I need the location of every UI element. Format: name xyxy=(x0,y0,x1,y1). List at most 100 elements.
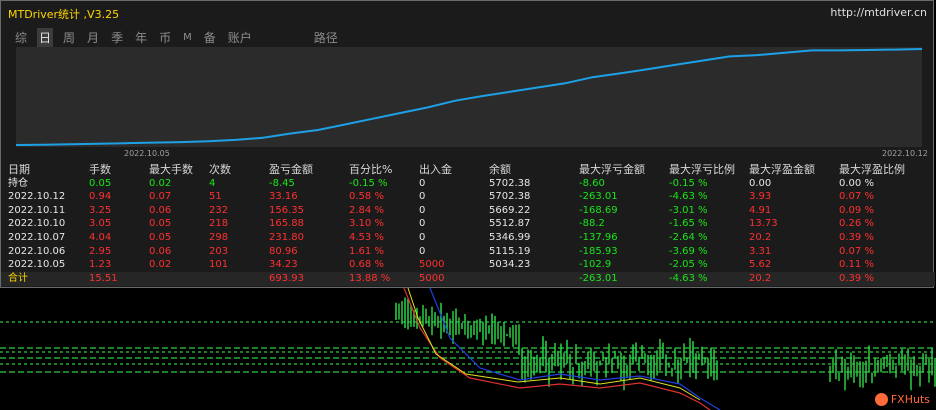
table-cell: -185.93 xyxy=(579,245,618,257)
table-row: 2022.10.06 2.95 0.06 203 80.96 1.61 % 0 5115.19… xyxy=(1,245,935,259)
equity-chart xyxy=(16,47,922,147)
table-cell: 3.05 xyxy=(89,218,112,230)
table-cell: 13.88 % xyxy=(349,272,391,284)
table-cell: 0.06 xyxy=(149,245,172,257)
table-cell: 0 xyxy=(419,231,426,243)
table-cell: 2022.10.07 xyxy=(8,231,66,243)
table-cell: 0 xyxy=(419,218,426,230)
column-header: 余额 xyxy=(489,163,511,176)
tab-3[interactable]: 月 xyxy=(85,28,101,47)
table-row: 持仓 0.05 0.02 4 -8.45 -0.15 % 0 5702.38 -8.60 -0.1… xyxy=(1,177,935,191)
table-cell: 203 xyxy=(209,245,229,257)
table-cell: -102.9 xyxy=(579,259,612,271)
table-cell: 33.16 xyxy=(269,191,298,203)
table-cell: -4.63 % xyxy=(669,191,708,203)
table-cell: 2022.10.12 xyxy=(8,191,66,203)
watermark-logo: FXHuts xyxy=(874,393,930,406)
chart-end-date: 2022.10.12 xyxy=(882,149,928,158)
table-cell: -263.01 xyxy=(579,191,618,203)
table-cell: 0.58 % xyxy=(349,191,384,203)
column-header: 最大浮盈比例 xyxy=(839,163,905,176)
logo-icon xyxy=(874,393,888,406)
table-cell: -4.63 % xyxy=(669,272,708,284)
table-cell: 0.07 % xyxy=(839,245,874,257)
table-cell: 20.2 xyxy=(749,272,772,284)
column-header: 手数 xyxy=(89,163,111,176)
equity-curve-line xyxy=(16,48,922,146)
tab-5[interactable]: 年 xyxy=(133,28,149,47)
table-cell: 0.39 % xyxy=(839,272,874,284)
table-cell: 5702.38 xyxy=(489,177,531,189)
table-cell: 0.00 xyxy=(749,177,772,189)
table-cell: -0.15 % xyxy=(349,177,388,189)
table-cell: 0.07 % xyxy=(839,191,874,203)
table-cell: 5115.19 xyxy=(489,245,531,257)
table-cell: 2022.10.06 xyxy=(8,245,66,257)
table-cell: 0.68 % xyxy=(349,259,384,271)
table-cell: 218 xyxy=(209,218,229,230)
tab-2[interactable]: 周 xyxy=(61,28,77,47)
table-cell: 0.39 % xyxy=(839,231,874,243)
table-cell: 156.35 xyxy=(269,204,304,216)
table-cell: 1.23 xyxy=(89,259,112,271)
table-cell: 0.05 xyxy=(149,218,172,230)
column-header: 最大浮亏金额 xyxy=(579,163,645,176)
table-cell: -0.15 % xyxy=(669,177,708,189)
table-cell: -3.69 % xyxy=(669,245,708,257)
app-title: MTDriver统计 ,V3.25 xyxy=(8,8,120,21)
table-cell: 51 xyxy=(209,191,222,203)
table-cell: 298 xyxy=(209,231,229,243)
table-cell: 0.02 xyxy=(149,177,172,189)
table-cell: 5000 xyxy=(419,272,445,284)
table-cell: -2.05 % xyxy=(669,259,708,271)
table-header-row: 日期 手数 最大手数 次数 盈亏金额 百分比% 出入金 余额 最大浮亏金额 最大浮亏比例 最大浮盈金… xyxy=(1,163,935,177)
stats-panel: MTDriver统计 ,V3.25 http://mtdriver.cn 综日周… xyxy=(0,0,935,288)
column-header: 日期 xyxy=(8,163,30,176)
table-cell: 5.62 xyxy=(749,259,772,271)
tab-0[interactable]: 综 xyxy=(13,28,29,47)
tab-10[interactable]: 路径 xyxy=(312,28,340,47)
column-header: 盈亏金额 xyxy=(269,163,313,176)
table-cell: 0.05 xyxy=(89,177,112,189)
table-cell: -8.60 xyxy=(579,177,605,189)
price-chart-background xyxy=(0,288,936,410)
table-cell: -2.64 % xyxy=(669,231,708,243)
table-row: 2022.10.12 0.94 0.07 51 33.16 0.58 % 0 5702.38 -… xyxy=(1,190,935,204)
table-cell: 0.26 % xyxy=(839,218,874,230)
table-cell: 3.93 xyxy=(749,191,772,203)
table-cell: -137.96 xyxy=(579,231,618,243)
table-cell: -168.69 xyxy=(579,204,618,216)
tab-6[interactable]: 币 xyxy=(157,28,173,47)
tab-1[interactable]: 日 xyxy=(37,27,54,47)
table-cell: 2022.10.11 xyxy=(8,204,66,216)
table-cell: -3.01 % xyxy=(669,204,708,216)
column-header: 百分比% xyxy=(349,163,393,176)
table-total-row: 合计 15.51 693.93 13.88 % 5000 -263.01 -4.63 % 20… xyxy=(1,271,935,286)
website-link[interactable]: http://mtdriver.cn xyxy=(830,6,927,19)
table-cell: 0.02 xyxy=(149,259,172,271)
tab-9[interactable]: 账户 xyxy=(226,28,254,47)
table-cell: 15.51 xyxy=(89,272,118,284)
table-cell: 3.10 % xyxy=(349,218,384,230)
table-cell: 4.04 xyxy=(89,231,112,243)
column-header: 最大浮盈金额 xyxy=(749,163,815,176)
table-cell: 4.91 xyxy=(749,204,772,216)
table-cell: 5000 xyxy=(419,259,445,271)
table-cell: 0 xyxy=(419,204,426,216)
table-row: 2022.10.05 1.23 0.02 101 34.23 0.68 % 5000 5034… xyxy=(1,258,935,272)
column-header: 次数 xyxy=(209,163,231,176)
tab-8[interactable]: 备 xyxy=(202,28,218,47)
table-cell: 2022.10.05 xyxy=(8,259,66,271)
table-cell: 2.95 xyxy=(89,245,112,257)
period-tabs: 综日周月季年币 M 备账户 路径 xyxy=(13,27,348,47)
tab-4[interactable]: 季 xyxy=(109,28,125,47)
tab-7[interactable]: M xyxy=(181,31,194,44)
table-cell: 0.00 % xyxy=(839,177,874,189)
table-cell: 0.07 xyxy=(149,191,172,203)
table-cell: 0 xyxy=(419,245,426,257)
column-header: 最大手数 xyxy=(149,163,193,176)
table-cell: 0.09 % xyxy=(839,204,874,216)
table-cell: 5034.23 xyxy=(489,259,531,271)
table-cell: 34.23 xyxy=(269,259,298,271)
table-cell: -88.2 xyxy=(579,218,605,230)
